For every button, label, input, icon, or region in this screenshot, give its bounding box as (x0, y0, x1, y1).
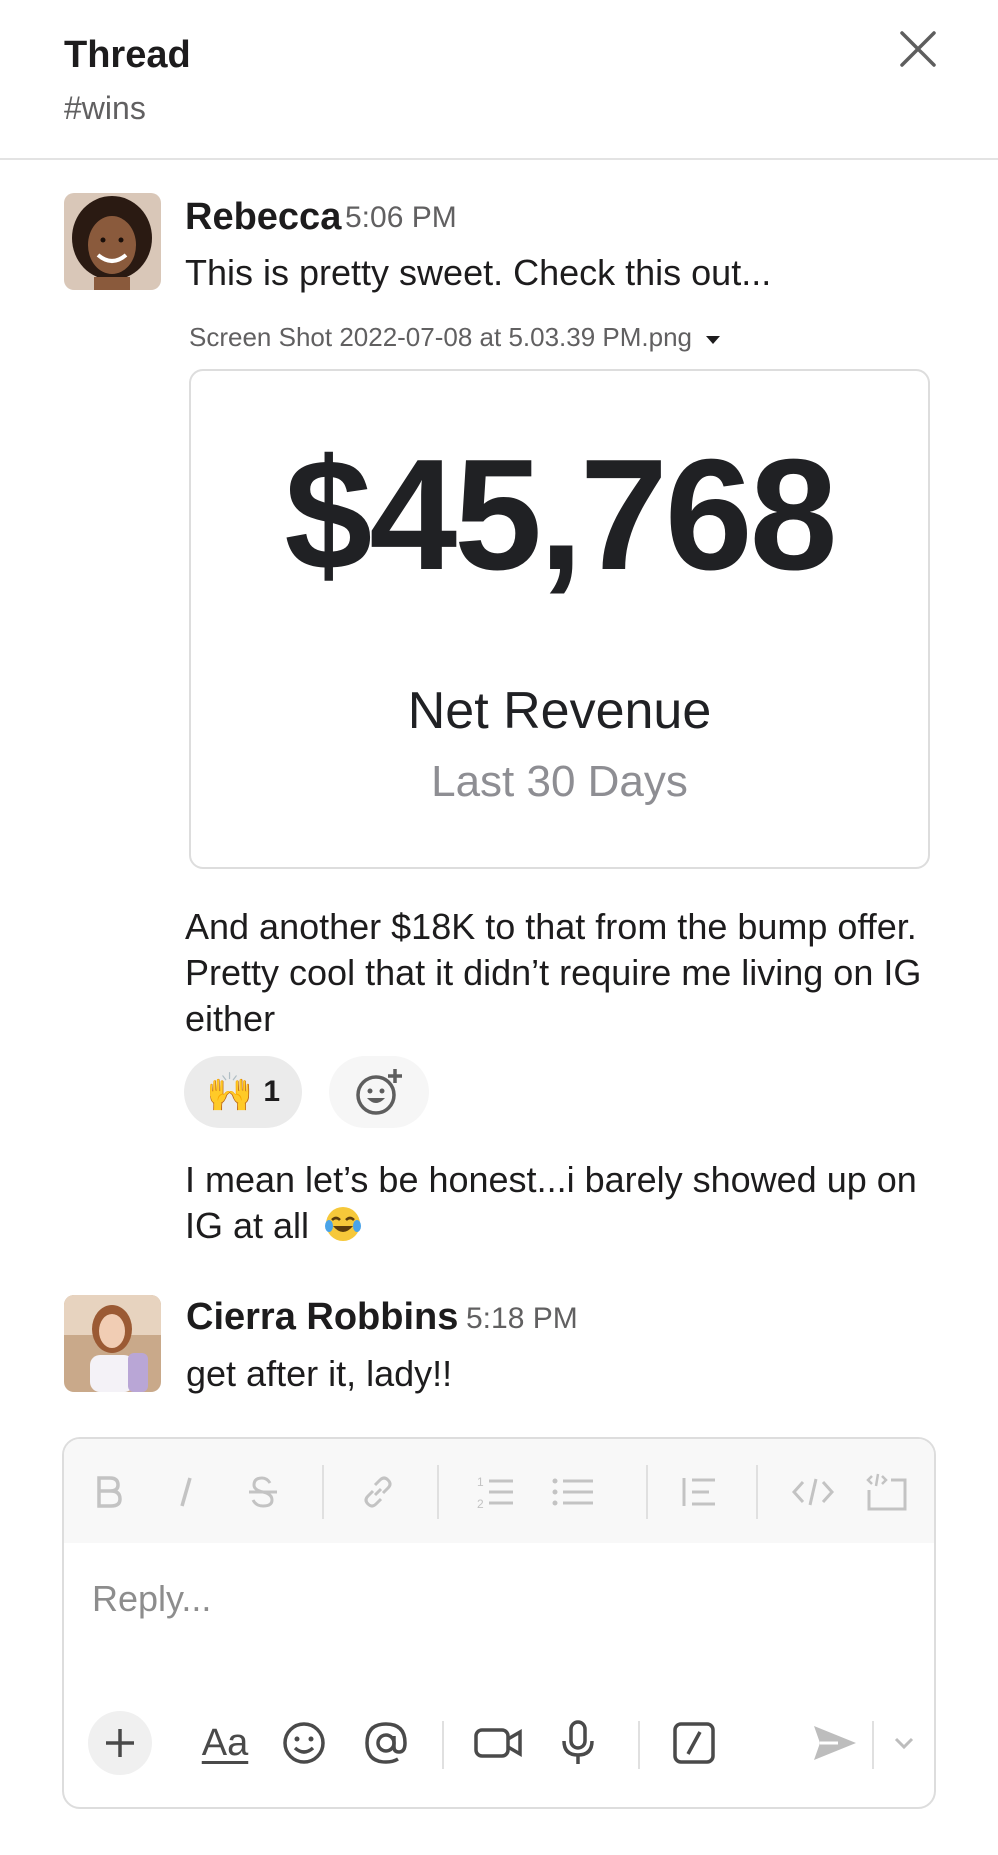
code-block-icon (866, 1473, 907, 1511)
svg-text:1: 1 (477, 1475, 484, 1489)
send-options-button[interactable] (882, 1713, 926, 1773)
code-icon (791, 1478, 835, 1506)
bold-button[interactable] (83, 1467, 133, 1517)
strikethrough-button[interactable] (238, 1467, 288, 1517)
channel-name[interactable]: #wins (64, 90, 146, 127)
attachment-file-name[interactable]: Screen Shot 2022-07-08 at 5.03.39 PM.png (189, 322, 721, 353)
link-button[interactable] (353, 1467, 403, 1517)
attachment-name-text: Screen Shot 2022-07-08 at 5.03.39 PM.png (189, 322, 693, 352)
attach-button[interactable] (88, 1711, 152, 1775)
plus-icon (106, 1729, 134, 1757)
avatar[interactable] (64, 1295, 161, 1392)
video-button[interactable] (468, 1713, 528, 1773)
slash-command-icon (673, 1722, 715, 1764)
bold-icon (97, 1476, 122, 1508)
formatting-toolbar: 1 2 (64, 1439, 934, 1543)
italic-button[interactable] (161, 1467, 211, 1517)
emoji-button[interactable] (274, 1713, 334, 1773)
blockquote-button[interactable] (674, 1467, 724, 1517)
svg-text:2: 2 (477, 1497, 484, 1511)
blockquote-icon (682, 1478, 715, 1506)
message-text-content: I mean let’s be honest...i barely showed… (185, 1159, 917, 1246)
reply-composer: 1 2 Reply... Aa (62, 1437, 936, 1809)
tears-of-joy-emoji (325, 1207, 362, 1241)
add-reaction-button[interactable] (329, 1056, 429, 1128)
toolbar-divider (322, 1465, 324, 1519)
preview-amount: $45,768 (284, 427, 837, 603)
ordered-list-icon: 1 2 (477, 1475, 513, 1511)
shortcuts-button[interactable] (664, 1713, 724, 1773)
mention-button[interactable] (356, 1713, 416, 1773)
message-text: And another $18K to that from the bump o… (185, 906, 922, 1039)
send-icon (814, 1726, 856, 1760)
thread-title: Thread (64, 34, 191, 76)
microphone-icon (562, 1720, 594, 1764)
reaction-button[interactable]: 🙌 1 (184, 1056, 302, 1128)
raised-hands-emoji: 🙌 (205, 1069, 254, 1114)
message-author[interactable]: Rebecca (185, 196, 341, 239)
toolbar-divider (437, 1465, 439, 1519)
code-block-button[interactable] (862, 1467, 912, 1517)
image-attachment-preview[interactable]: $45,768 Net Revenue Last 30 Days (189, 369, 930, 869)
toolbar-divider (646, 1465, 648, 1519)
preview-label: Net Revenue (407, 682, 712, 740)
audio-button[interactable] (548, 1713, 608, 1773)
message-timestamp[interactable]: 5:18 PM (466, 1302, 578, 1336)
emoji-icon (283, 1722, 325, 1764)
formatting-toggle-button[interactable]: Aa (190, 1713, 260, 1773)
code-button[interactable] (788, 1467, 838, 1517)
ordered-list-button[interactable]: 1 2 (470, 1467, 520, 1517)
video-icon (474, 1728, 522, 1758)
toolbar-divider (872, 1721, 874, 1769)
avatar-rebecca (64, 193, 161, 290)
message-text: This is pretty sweet. Check this out... (185, 252, 772, 293)
toolbar-divider (638, 1721, 640, 1769)
thread-header: Thread #wins (0, 0, 998, 160)
toolbar-divider (756, 1465, 758, 1519)
reply-input[interactable] (92, 1569, 892, 1629)
link-icon (364, 1476, 392, 1508)
message-text: get after it, lady!! (186, 1353, 453, 1394)
avatar-cierra (64, 1295, 161, 1392)
caret-down-icon[interactable] (706, 335, 721, 344)
add-reaction-icon (356, 1069, 402, 1115)
preview-sublabel: Last 30 Days (431, 757, 688, 806)
chevron-down-icon (894, 1737, 914, 1750)
send-button[interactable] (804, 1713, 864, 1773)
close-button[interactable] (893, 24, 943, 74)
close-icon (900, 31, 936, 67)
avatar[interactable] (64, 193, 161, 290)
toolbar-divider (442, 1721, 444, 1769)
strikethrough-icon (249, 1476, 277, 1508)
message-timestamp[interactable]: 5:06 PM (345, 201, 457, 235)
italic-icon (180, 1477, 192, 1507)
formatting-icon: Aa (201, 1721, 249, 1764)
bulleted-list-icon (552, 1478, 593, 1506)
bulleted-list-button[interactable] (548, 1467, 598, 1517)
reaction-count: 1 (263, 1075, 280, 1108)
message-text: I mean let’s be honest...i barely showed… (185, 1157, 945, 1249)
message-author[interactable]: Cierra Robbins (186, 1296, 458, 1339)
mention-icon (365, 1722, 407, 1764)
